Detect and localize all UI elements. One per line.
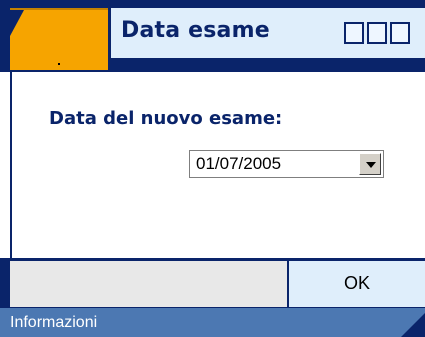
ok-button[interactable]: OK <box>289 259 425 307</box>
title-bar[interactable]: Data esame <box>0 0 425 72</box>
dropdown-button[interactable] <box>359 153 381 175</box>
close-button[interactable] <box>390 22 410 44</box>
exam-date-select[interactable]: 01/07/2005 <box>189 150 384 178</box>
date-prompt-label: Data del nuovo esame: <box>49 108 283 129</box>
resize-corner[interactable] <box>401 313 425 337</box>
tab-corner <box>10 10 24 36</box>
button-row-spacer <box>10 259 287 307</box>
ok-button-label: OK <box>343 273 370 293</box>
maximize-button[interactable] <box>367 22 387 44</box>
title-dot <box>58 63 60 65</box>
status-text: Informazioni <box>10 314 98 331</box>
minimize-button[interactable] <box>344 22 364 44</box>
window-title: Data esame <box>121 18 270 43</box>
button-row: OK <box>0 258 425 308</box>
dialog-content: Data del nuovo esame: 01/07/2005 <box>10 72 425 258</box>
title-area: Data esame <box>108 8 425 58</box>
chevron-down-icon <box>366 162 376 168</box>
status-bar: Informazioni <box>0 308 425 337</box>
dialog-window: Data esame Data del nuovo esame: 01/07/2… <box>0 0 425 337</box>
exam-date-value: 01/07/2005 <box>196 154 282 173</box>
title-tab-accent <box>10 8 108 70</box>
